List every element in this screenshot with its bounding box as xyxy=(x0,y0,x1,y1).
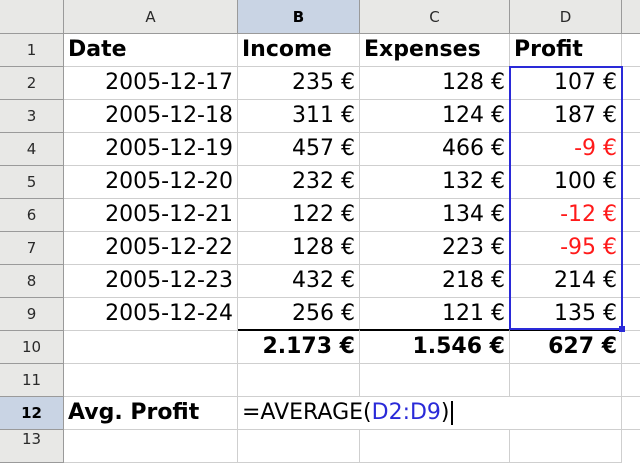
select-all-corner[interactable] xyxy=(0,0,64,34)
cell-a8[interactable]: 2005-12-23 xyxy=(64,265,238,298)
row-header-5[interactable]: 5 xyxy=(0,166,64,199)
cell-b13[interactable] xyxy=(238,430,360,463)
cell-c8[interactable]: 218 € xyxy=(360,265,510,298)
cell-a9[interactable]: 2005-12-24 xyxy=(64,298,238,331)
cell-b7[interactable]: 128 € xyxy=(238,232,360,265)
formula-input[interactable]: =AVERAGE(D2:D9) xyxy=(238,397,457,430)
cell-a6[interactable]: 2005-12-21 xyxy=(64,199,238,232)
column-header-a[interactable]: A xyxy=(64,0,238,34)
row-header-6[interactable]: 6 xyxy=(0,199,64,232)
row-header-7[interactable]: 7 xyxy=(0,232,64,265)
cell-c6[interactable]: 134 € xyxy=(360,199,510,232)
cell-e2[interactable] xyxy=(622,67,640,100)
cell-e8[interactable] xyxy=(622,265,640,298)
cell-c10-total-expenses[interactable]: 1.546 € xyxy=(360,329,510,364)
cell-a12-avg-label[interactable]: Avg. Profit xyxy=(64,397,238,430)
cell-e4[interactable] xyxy=(622,133,640,166)
cell-c3[interactable]: 124 € xyxy=(360,100,510,133)
column-header-e-partial[interactable] xyxy=(622,0,640,34)
row-header-2[interactable]: 2 xyxy=(0,67,64,100)
cell-e3[interactable] xyxy=(622,100,640,133)
cell-a2[interactable]: 2005-12-17 xyxy=(64,67,238,100)
cell-b6[interactable]: 122 € xyxy=(238,199,360,232)
cell-c2[interactable]: 128 € xyxy=(360,67,510,100)
row-header-1[interactable]: 1 xyxy=(0,34,64,67)
cell-c13[interactable] xyxy=(360,430,510,463)
cell-b1[interactable]: Income xyxy=(238,34,360,67)
formula-suffix: ) xyxy=(440,400,450,425)
cell-b3[interactable]: 311 € xyxy=(238,100,360,133)
cell-c5[interactable]: 132 € xyxy=(360,166,510,199)
cell-a10[interactable] xyxy=(64,331,238,364)
cell-d3[interactable]: 187 € xyxy=(510,100,622,133)
cell-b11[interactable] xyxy=(238,364,360,397)
cell-d1[interactable]: Profit xyxy=(510,34,622,67)
cell-a5[interactable]: 2005-12-20 xyxy=(64,166,238,199)
cell-d8[interactable]: 214 € xyxy=(510,265,622,298)
cell-a13[interactable] xyxy=(64,430,238,463)
row-header-8[interactable]: 8 xyxy=(0,265,64,298)
column-header-b[interactable]: B xyxy=(238,0,360,34)
cell-d12[interactable] xyxy=(510,397,622,430)
cell-e11[interactable] xyxy=(622,364,640,397)
cell-e6[interactable] xyxy=(622,199,640,232)
cell-b4[interactable]: 457 € xyxy=(238,133,360,166)
cell-d2[interactable]: 107 € xyxy=(510,67,622,100)
cell-e10[interactable] xyxy=(622,331,640,364)
cell-d13[interactable] xyxy=(510,430,622,463)
cell-a1[interactable]: Date xyxy=(64,34,238,67)
cell-d4[interactable]: -9 € xyxy=(510,133,622,166)
cell-d5[interactable]: 100 € xyxy=(510,166,622,199)
cell-d11[interactable] xyxy=(510,364,622,397)
row-header-12[interactable]: 12 xyxy=(0,397,64,430)
row-header-4[interactable]: 4 xyxy=(0,133,64,166)
row-header-9[interactable]: 9 xyxy=(0,298,64,331)
formula-prefix: =AVERAGE( xyxy=(242,400,372,425)
cell-b5[interactable]: 232 € xyxy=(238,166,360,199)
cell-a3[interactable]: 2005-12-18 xyxy=(64,100,238,133)
column-header-c[interactable]: C xyxy=(360,0,510,34)
cell-c1[interactable]: Expenses xyxy=(360,34,510,67)
text-cursor xyxy=(450,401,453,425)
cell-b2[interactable]: 235 € xyxy=(238,67,360,100)
cell-a4[interactable]: 2005-12-19 xyxy=(64,133,238,166)
spreadsheet: A B C D 1 2 3 4 5 6 7 8 9 10 11 12 13 Da… xyxy=(0,0,640,463)
cell-c4[interactable]: 466 € xyxy=(360,133,510,166)
cell-d6[interactable]: -12 € xyxy=(510,199,622,232)
cell-c7[interactable]: 223 € xyxy=(360,232,510,265)
cell-c9[interactable]: 121 € xyxy=(360,298,510,331)
cell-b10-total-income[interactable]: 2.173 € xyxy=(238,329,360,364)
cell-b8[interactable]: 432 € xyxy=(238,265,360,298)
cell-e7[interactable] xyxy=(622,232,640,265)
cell-e1[interactable] xyxy=(622,34,640,67)
row-header-3[interactable]: 3 xyxy=(0,100,64,133)
row-header-13[interactable]: 13 xyxy=(0,430,64,463)
row-header-10[interactable]: 10 xyxy=(0,331,64,364)
column-header-d[interactable]: D xyxy=(510,0,622,34)
formula-range-reference: D2:D9 xyxy=(371,400,441,425)
cell-a11[interactable] xyxy=(64,364,238,397)
cell-e5[interactable] xyxy=(622,166,640,199)
cell-d10-total-profit[interactable]: 627 € xyxy=(510,329,622,364)
cell-c11[interactable] xyxy=(360,364,510,397)
row-header-11[interactable]: 11 xyxy=(0,364,64,397)
cell-d7[interactable]: -95 € xyxy=(510,232,622,265)
cell-a7[interactable]: 2005-12-22 xyxy=(64,232,238,265)
cell-e12[interactable] xyxy=(622,397,640,430)
cell-d9[interactable]: 135 € xyxy=(510,298,622,331)
range-resize-handle[interactable] xyxy=(619,326,625,332)
cell-b9[interactable]: 256 € xyxy=(238,298,360,331)
